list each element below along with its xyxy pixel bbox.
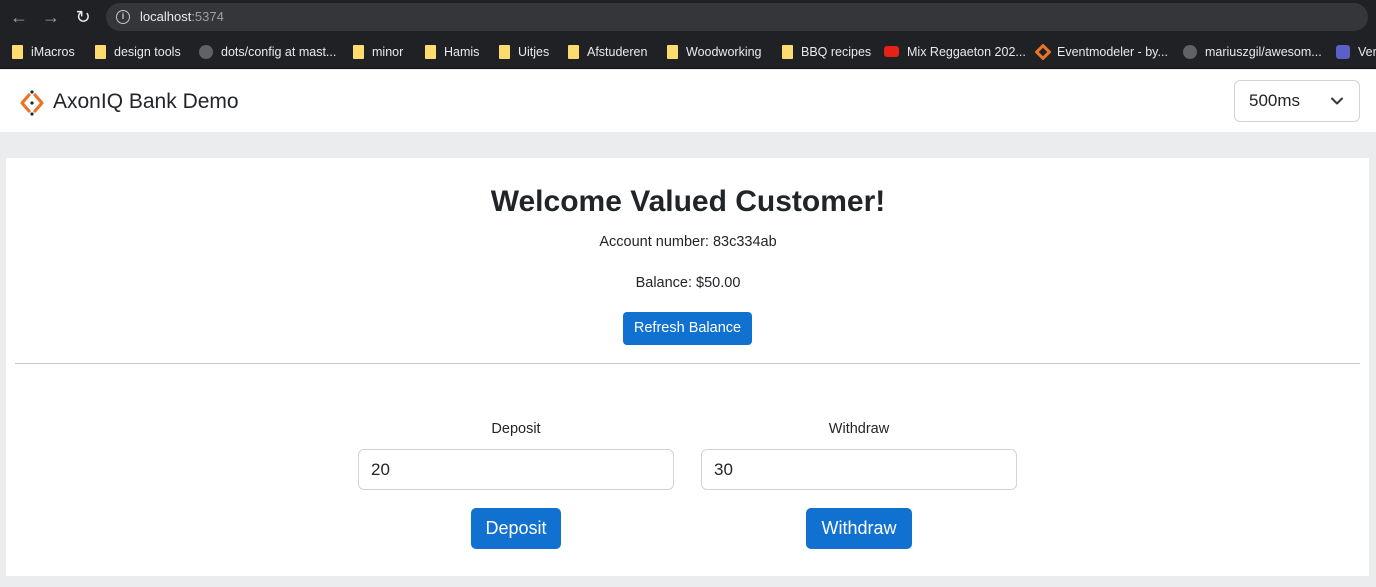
teams-icon (1336, 44, 1350, 59)
balance-text: Balance: $50.00 (635, 275, 741, 291)
site-info-icon[interactable]: i (116, 10, 130, 24)
divider (15, 363, 1360, 364)
bookmark-dots-config[interactable]: dots/config at mast... (199, 43, 336, 61)
axoniq-logo-icon (20, 90, 44, 116)
folder-icon (667, 44, 678, 59)
github-icon (199, 44, 213, 59)
bookmarks-bar: iMacros design tools dots/config at mast… (0, 34, 1376, 69)
withdraw-button[interactable]: Withdraw (806, 508, 912, 549)
folder-icon (782, 44, 793, 59)
bookmark-eventmodeler[interactable]: Eventmodeler - by... (1034, 43, 1168, 61)
deposit-label: Deposit (491, 421, 541, 437)
withdraw-label: Withdraw (828, 421, 890, 437)
folder-icon (499, 44, 510, 59)
app-title: AxonIQ Bank Demo (53, 90, 239, 113)
bookmark-bbq-recipes[interactable]: BBQ recipes (782, 43, 871, 61)
folder-icon (568, 44, 579, 59)
address-bar[interactable]: i localhost:5374 (106, 3, 1368, 31)
deposit-button[interactable]: Deposit (471, 508, 561, 549)
welcome-heading: Welcome Valued Customer! (490, 185, 886, 218)
delay-select[interactable]: 500ms (1234, 80, 1360, 122)
folder-icon (12, 44, 23, 59)
forward-icon[interactable]: → (38, 4, 64, 30)
back-icon[interactable]: ← (6, 4, 32, 30)
browser-toolbar: ← → ↻ i localhost:5374 (0, 0, 1376, 34)
bookmark-mariuszgil[interactable]: mariuszgil/awesom... (1183, 43, 1322, 61)
bookmark-afstuderen[interactable]: Afstuderen (568, 43, 647, 61)
bookmark-hamis[interactable]: Hamis (425, 43, 479, 61)
folder-icon (95, 44, 106, 59)
deposit-amount-input[interactable] (358, 449, 674, 490)
folder-icon (353, 44, 364, 59)
folder-icon (425, 44, 436, 59)
bookmark-woodworking[interactable]: Woodworking (667, 43, 762, 61)
bookmark-imacros[interactable]: iMacros (12, 43, 75, 61)
bookmark-uitjes[interactable]: Uitjes (499, 43, 549, 61)
bookmark-minor[interactable]: minor (353, 43, 403, 61)
bookmark-ver[interactable]: Ver (1336, 43, 1376, 61)
url-text: localhost:5374 (140, 9, 224, 24)
refresh-balance-button[interactable]: Refresh Balance (623, 312, 752, 345)
bookmark-design-tools[interactable]: design tools (95, 43, 181, 61)
eventmodeler-icon (1034, 43, 1052, 61)
reload-icon[interactable]: ↻ (70, 4, 96, 30)
delay-select-value: 500ms (1249, 91, 1301, 110)
youtube-icon (884, 46, 899, 58)
withdraw-amount-input[interactable] (701, 449, 1017, 490)
account-number: Account number: 83c334ab (599, 234, 777, 250)
chevron-down-icon (1331, 97, 1343, 105)
github-icon (1183, 44, 1197, 59)
bookmark-mix-reggaeton[interactable]: Mix Reggaeton 202... (884, 43, 1026, 61)
